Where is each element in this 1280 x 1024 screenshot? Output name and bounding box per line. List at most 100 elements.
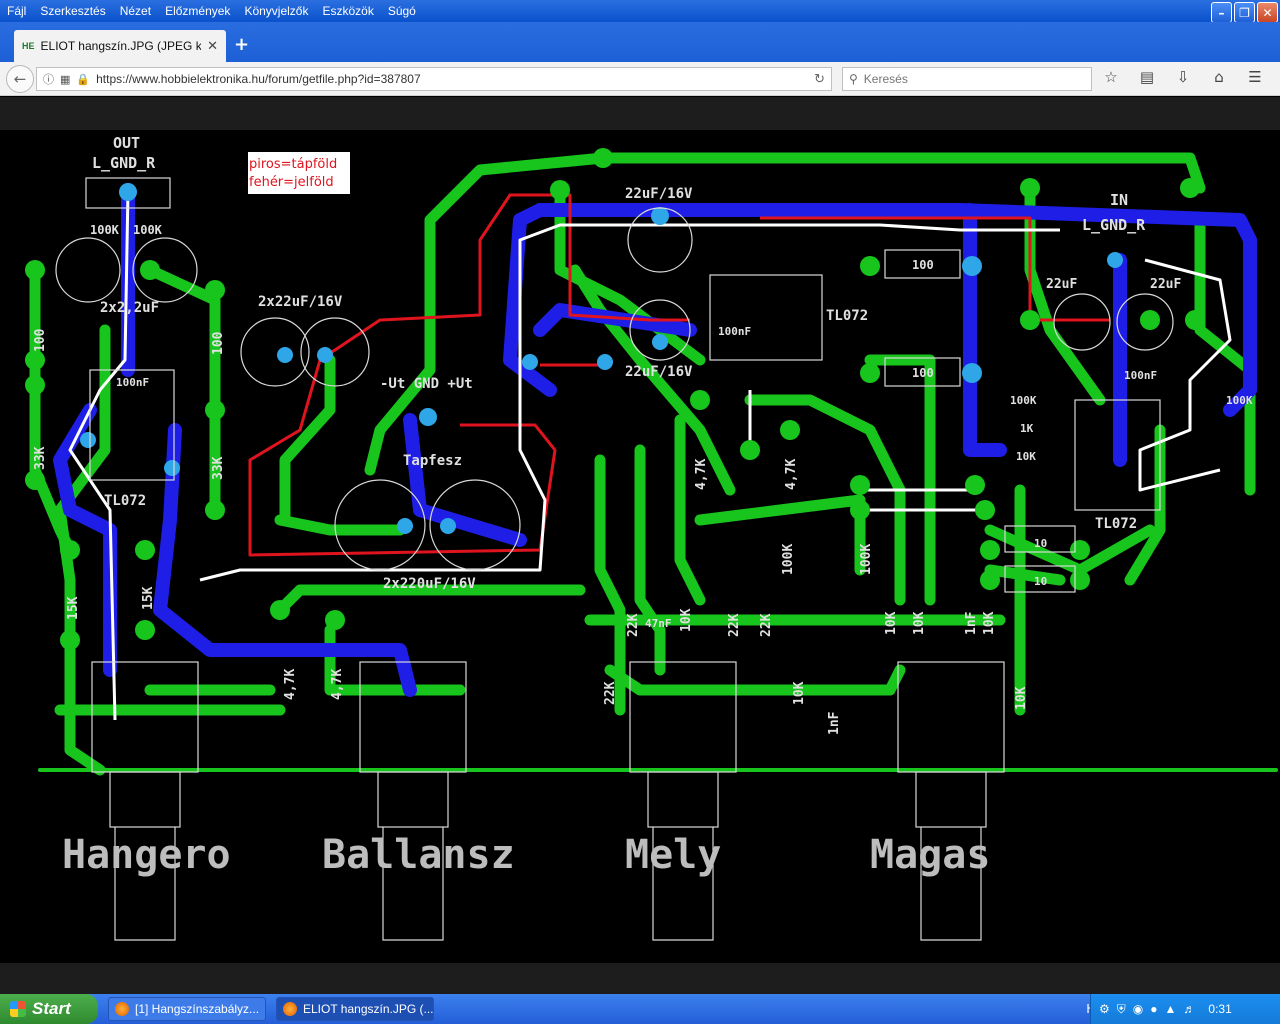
label-cap-22in-r: 22uF (1150, 277, 1181, 292)
label-in-pins: L_GND_R (1082, 216, 1146, 234)
label-r10-b: 10 (1034, 575, 1047, 588)
label-cap-22a: 22uF/16V (625, 186, 693, 202)
toolbar-icons: ☆ ▤ ⇩ ⌂ ☰ (1100, 68, 1266, 86)
menu-edit[interactable]: Szerkesztés (33, 4, 112, 18)
label-r100k-right: 100K (1010, 394, 1037, 407)
minimize-button[interactable]: – (1211, 2, 1232, 23)
label-r100k-pot-b: 100K (859, 544, 874, 575)
label-r10k-f: 10K (1014, 686, 1029, 710)
label-r15k-b: 15K (141, 586, 156, 610)
start-label: Start (32, 999, 71, 1018)
search-icon: ⚲ (849, 72, 858, 86)
signal-ground-path (68, 189, 1232, 721)
clock[interactable]: 0:31 (1208, 1002, 1231, 1016)
label-c100nf-right: 100nF (1124, 369, 1157, 382)
label-c100nf-mid: 100nF (718, 325, 751, 338)
info-icon[interactable]: ⓘ (43, 71, 54, 87)
menu-bar: Fájl Szerkesztés Nézet Előzmények Könyvj… (0, 0, 1280, 23)
download-icon[interactable]: ⇩ (1172, 68, 1194, 86)
label-power: Tapfesz (403, 453, 462, 469)
permissions-icon[interactable]: ▦ (60, 73, 70, 86)
windows-flag-icon (10, 1001, 26, 1017)
label-ic-right: TL072 (1095, 516, 1137, 532)
label-out: OUT (113, 134, 140, 152)
label-r10k-e: 10K (792, 681, 807, 705)
label-ic-left: TL072 (104, 493, 146, 509)
pot-label-balance: Ballansz (322, 832, 515, 878)
label-r100-mid: 100 (912, 258, 934, 272)
update-icon[interactable]: ◉ (1133, 1002, 1143, 1016)
search-input[interactable] (863, 72, 1064, 86)
menu-help[interactable]: Súgó (381, 4, 423, 18)
close-tab-icon[interactable]: ✕ (207, 39, 218, 54)
start-button[interactable]: Start (0, 994, 98, 1024)
tab-eliot-image[interactable]: HE ELIOT hangszín.JPG (JPEG ké... ✕ (14, 30, 226, 62)
pot-label-volume: Hangero (62, 832, 231, 878)
pot-label-bass: Mely (625, 832, 721, 878)
security-icon[interactable]: ⛨ (1117, 1002, 1126, 1017)
bookmark-star-icon[interactable]: ☆ (1100, 68, 1122, 86)
network-icon[interactable]: ⚙ (1099, 1002, 1110, 1016)
label-cap-22b: 22uF/16V (625, 364, 693, 380)
pcb-image: piros=tápföld fehér=jelföld OUT L_GND_R … (25, 134, 1278, 941)
url-bar[interactable]: ⓘ ▦ 🔒 https://www.hobbielektronika.hu/fo… (36, 67, 832, 91)
label-in: IN (1110, 191, 1128, 209)
label-r47k-c: 4,7K (694, 459, 709, 490)
menu-bookmarks[interactable]: Könyvjelzők (237, 4, 315, 18)
label-c1nf-a: 1nF (964, 611, 979, 635)
pot-label-treble: Magas (870, 832, 990, 878)
safely-remove-icon[interactable]: ▲ (1165, 1002, 1177, 1016)
label-r100k-far: 100K (1226, 394, 1253, 407)
maximize-button[interactable]: ❐ (1234, 2, 1255, 23)
label-r100-top2: 100 (912, 366, 934, 380)
menu-view[interactable]: Nézet (113, 4, 158, 18)
new-tab-button[interactable]: + (234, 34, 249, 55)
label-r22k-d: 22K (603, 681, 618, 705)
label-r100k-a: 100K (90, 223, 120, 237)
label-r10-a: 10 (1034, 537, 1047, 550)
window-controls: – ❐ ✕ (1211, 2, 1278, 23)
reading-list-icon[interactable]: ▤ (1136, 68, 1158, 86)
bluetooth-icon[interactable]: ● (1150, 1002, 1157, 1016)
taskbar-item-label: ELIOT hangszín.JPG (... (303, 1002, 434, 1016)
navigation-bar: ← ⓘ ▦ 🔒 https://www.hobbielektronika.hu/… (0, 62, 1280, 96)
favicon-icon: HE (22, 41, 35, 51)
rotated-labels: 100 100 33K 33K 15K 15K 4,7K 4,7K 4,7K 4… (33, 328, 1029, 735)
label-c47nf: 47nF (645, 617, 672, 630)
volume-icon[interactable]: ♬ (1183, 1002, 1195, 1016)
label-c1nf-b: 1nF (827, 711, 842, 735)
label-out-pins: L_GND_R (92, 154, 156, 172)
label-r100k-pot-a: 100K (781, 544, 796, 575)
label-r1k: 1K (1020, 422, 1034, 435)
menu-history[interactable]: Előzmények (158, 4, 237, 18)
pot-labels: Hangero Ballansz Mely Magas (62, 832, 990, 878)
label-r10k-c: 10K (912, 611, 927, 635)
label-r10k-a: 10K (679, 608, 694, 632)
label-ic-mid: TL072 (826, 308, 868, 324)
potentiometer-shafts (109, 771, 987, 941)
label-r47k-a: 4,7K (283, 669, 298, 700)
menu-file[interactable]: Fájl (0, 4, 33, 18)
taskbar-item-label: [1] Hangszínszabályz... (135, 1002, 260, 1016)
system-tray: ⚙ ⛨ ◉ ● ▲ ♬ 0:31 (1090, 994, 1280, 1024)
legend-white: fehér=jelföld (249, 175, 334, 190)
menu-tools[interactable]: Eszközök (315, 4, 380, 18)
label-cap-2x2-2: 2x2,2uF (100, 300, 159, 316)
taskbar-item-forum[interactable]: [1] Hangszínszabályz... (108, 997, 266, 1021)
back-button[interactable]: ← (6, 65, 34, 93)
label-r22k-c: 22K (759, 613, 774, 637)
hamburger-menu-icon[interactable]: ☰ (1244, 68, 1266, 86)
reload-icon[interactable]: ↻ (814, 72, 831, 87)
label-r10k-d: 10K (982, 611, 997, 635)
taskbar-item-eliot[interactable]: ELIOT hangszín.JPG (... (276, 997, 434, 1021)
search-box[interactable]: ⚲ (842, 67, 1092, 91)
legend-red: piros=tápföld (249, 157, 337, 172)
label-cap-2x220: 2x220uF/16V (383, 576, 476, 592)
firefox-window: Fájl Szerkesztés Nézet Előzmények Könyvj… (0, 0, 1280, 1024)
close-window-button[interactable]: ✕ (1257, 2, 1278, 23)
home-icon[interactable]: ⌂ (1208, 68, 1230, 86)
url-text[interactable]: https://www.hobbielektronika.hu/forum/ge… (96, 72, 808, 86)
label-r47k-d: 4,7K (784, 459, 799, 490)
label-r33k-a: 33K (33, 446, 48, 470)
label-r100k-b: 100K (133, 223, 163, 237)
